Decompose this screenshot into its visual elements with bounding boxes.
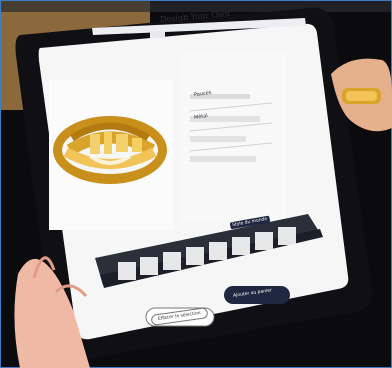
photo-frame: Design Your Own Style du monde Effacer l…	[0, 0, 392, 368]
